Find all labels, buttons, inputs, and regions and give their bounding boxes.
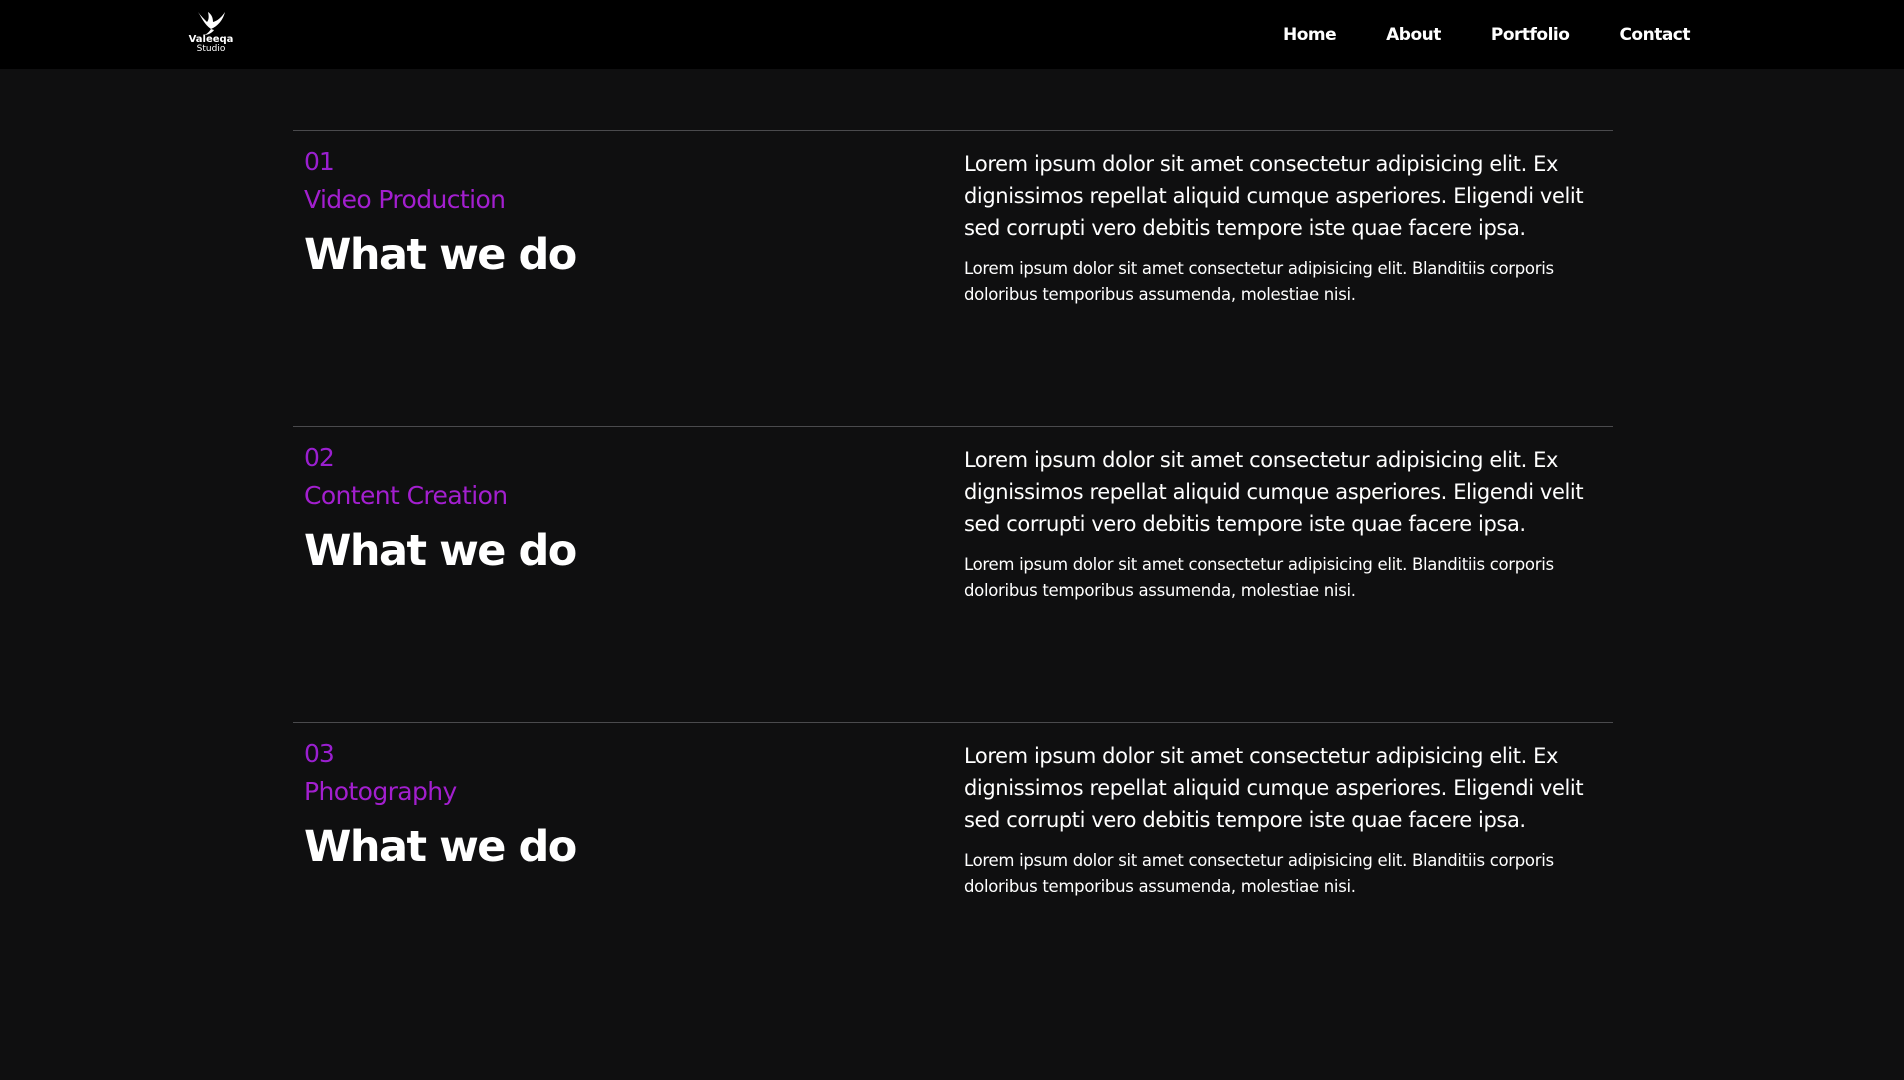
brand-sub: Studio — [196, 44, 226, 54]
service-item: 03 Photography What we do Lorem ipsum do… — [293, 722, 1613, 1018]
brand-logo[interactable]: Valeeqa Studio — [186, 10, 236, 62]
service-number: 03 — [304, 739, 335, 768]
service-item: 01 Video Production What we do Lorem ips… — [293, 130, 1613, 426]
nav-link-home[interactable]: Home — [1283, 25, 1337, 45]
service-heading: What we do — [304, 526, 577, 576]
service-description: Lorem ipsum dolor sit amet consectetur a… — [964, 740, 1594, 900]
service-lead-text: Lorem ipsum dolor sit amet consectetur a… — [964, 448, 1584, 536]
service-detail-text: Lorem ipsum dolor sit amet consectetur a… — [964, 851, 1554, 896]
service-description: Lorem ipsum dolor sit amet consectetur a… — [964, 148, 1594, 308]
service-number: 01 — [304, 147, 335, 176]
main-nav: Home About Portfolio Contact — [1283, 0, 1691, 69]
service-heading: What we do — [304, 822, 577, 872]
service-name: Content Creation — [304, 481, 508, 510]
service-intro: 01 Video Production What we do — [304, 145, 904, 283]
service-heading: What we do — [304, 230, 577, 280]
service-item: 02 Content Creation What we do Lorem ips… — [293, 426, 1613, 722]
services-list: 01 Video Production What we do Lorem ips… — [293, 130, 1613, 1018]
service-description: Lorem ipsum dolor sit amet consectetur a… — [964, 444, 1594, 604]
service-name: Photography — [304, 777, 457, 806]
service-intro: 03 Photography What we do — [304, 737, 904, 875]
service-lead-text: Lorem ipsum dolor sit amet consectetur a… — [964, 744, 1584, 832]
navbar: Valeeqa Studio Home About Portfolio Cont… — [0, 0, 1904, 69]
service-detail-text: Lorem ipsum dolor sit amet consectetur a… — [964, 259, 1554, 304]
service-name: Video Production — [304, 185, 506, 214]
bird-logo-icon — [198, 12, 225, 35]
nav-link-contact[interactable]: Contact — [1619, 25, 1690, 45]
nav-link-portfolio[interactable]: Portfolio — [1491, 25, 1570, 45]
service-lead-text: Lorem ipsum dolor sit amet consectetur a… — [964, 152, 1584, 240]
service-detail-text: Lorem ipsum dolor sit amet consectetur a… — [964, 555, 1554, 600]
service-number: 02 — [304, 443, 335, 472]
nav-link-about[interactable]: About — [1386, 25, 1441, 45]
service-intro: 02 Content Creation What we do — [304, 441, 904, 579]
